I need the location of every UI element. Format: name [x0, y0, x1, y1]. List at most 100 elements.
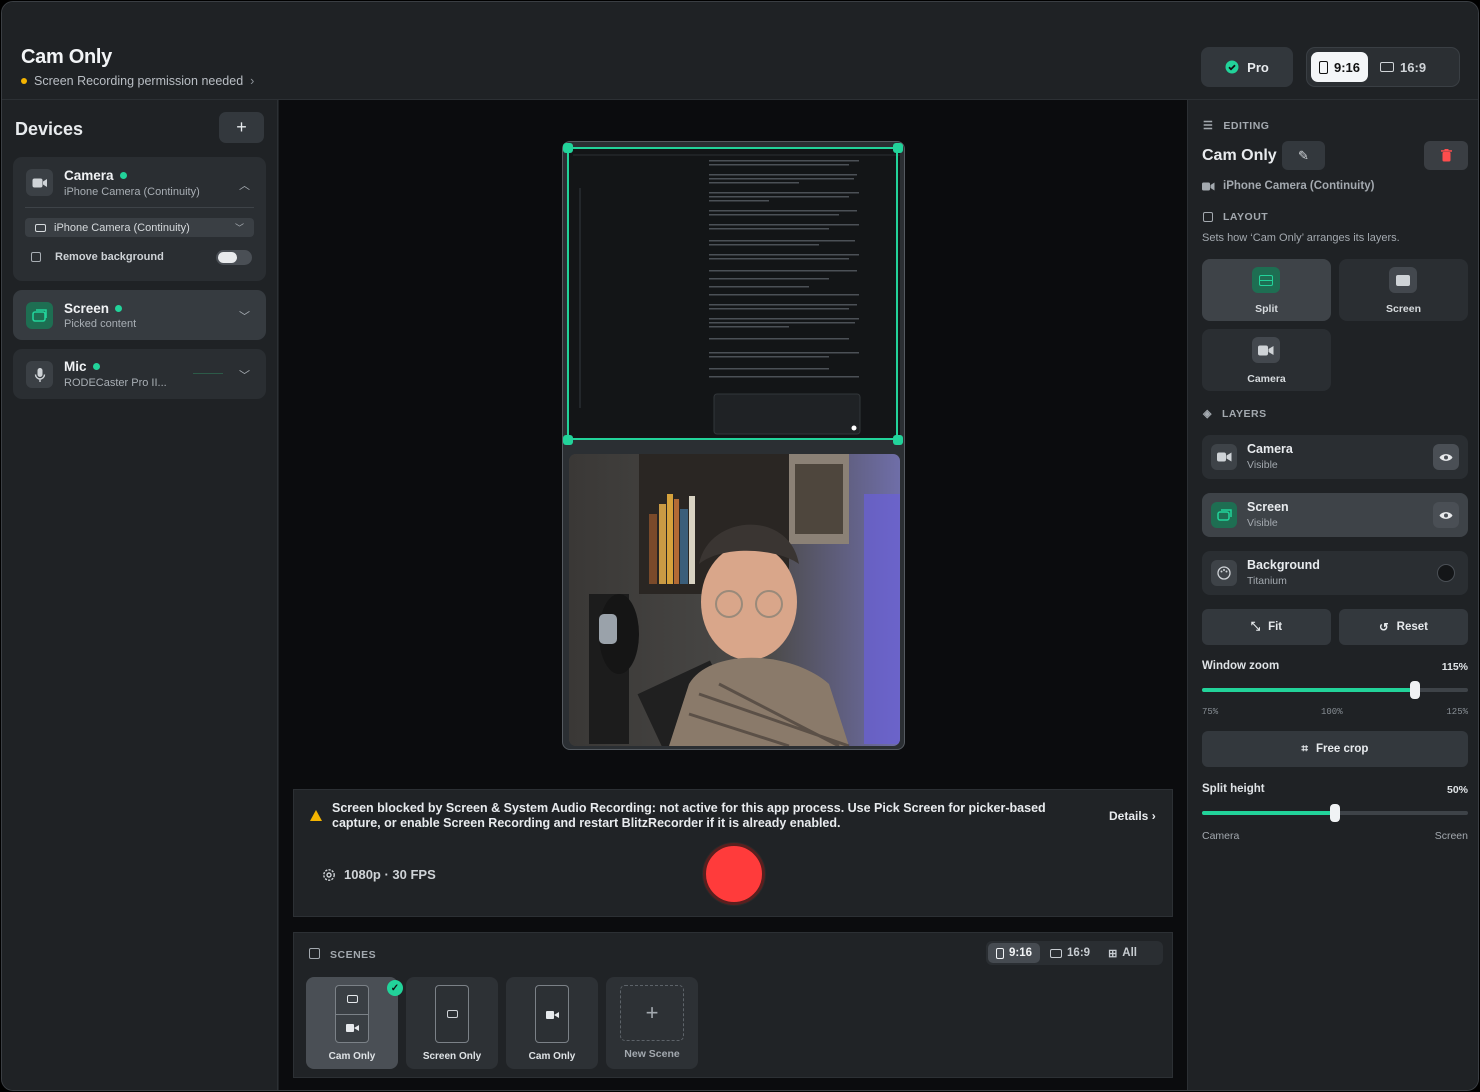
layout-screen-option[interactable]: Screen	[1339, 259, 1468, 321]
portrait-icon	[1319, 60, 1328, 74]
chevron-down-icon[interactable]: ﹀	[239, 308, 250, 324]
background-color-swatch[interactable]	[1437, 564, 1455, 582]
pro-button[interactable]: Pro	[1201, 47, 1293, 87]
filter-9-16-button[interactable]: 9:16	[988, 943, 1041, 963]
fit-label: Fit	[1268, 621, 1283, 633]
camera-source-select[interactable]: iPhone Camera (Continuity) ﹀	[25, 218, 254, 237]
plus-icon: +	[620, 985, 684, 1041]
screen-name-row: Screen	[64, 301, 123, 316]
scene-split-thumbnail	[335, 985, 369, 1043]
resize-handle-top-left[interactable]	[563, 143, 573, 153]
screen-detail: Picked content	[64, 318, 137, 330]
layout-screen-label: Screen	[1385, 303, 1422, 315]
app-window: Cam Only Screen Recording permission nee…	[1, 1, 1479, 1091]
verified-badge-icon	[1225, 60, 1239, 74]
landscape-icon	[1050, 948, 1063, 958]
scene-tile[interactable]: ✓ Cam Only	[306, 977, 403, 1069]
reset-button[interactable]: ↺ Reset	[1339, 609, 1468, 645]
editing-section-title: EDITING	[1223, 119, 1270, 132]
permission-notice[interactable]: Screen Recording permission needed ›	[21, 74, 254, 88]
rename-scene-button[interactable]: ✎	[1282, 141, 1325, 170]
free-crop-button[interactable]: ⌗ Free crop	[1202, 731, 1468, 767]
window-zoom-value: 115%	[1441, 661, 1468, 673]
scene-name: Cam Only	[1202, 147, 1277, 164]
scene-filter-toggle: 9:16 16:9 ⊞ All	[986, 941, 1163, 965]
mic-name: Mic	[64, 359, 87, 374]
grid-icon: ⊞	[1108, 947, 1118, 960]
crop-icon: ⌗	[1301, 742, 1309, 755]
mic-device-card[interactable]: Mic RODECaster Pro II... ﹀	[13, 349, 266, 399]
split-end-screen: Screen	[1434, 830, 1468, 842]
screen-layer-selection-frame[interactable]	[567, 147, 898, 440]
active-status-icon	[92, 363, 100, 370]
layers-section-header: ◈ LAYERS	[1203, 407, 1267, 421]
chevron-down-icon[interactable]: ﹀	[239, 367, 250, 383]
reset-icon: ↺	[1379, 622, 1389, 634]
video-camera-icon	[1211, 444, 1237, 470]
landscape-icon	[1380, 62, 1395, 72]
layout-split-option[interactable]: Split	[1202, 259, 1331, 321]
record-button[interactable]	[703, 843, 765, 905]
layer-camera[interactable]: Camera Visible	[1202, 435, 1468, 479]
layer-screen[interactable]: Screen Visible	[1202, 493, 1468, 537]
camera-layer-preview[interactable]	[569, 454, 900, 746]
pencil-icon: ✎	[1298, 147, 1309, 163]
scene-screen-thumbnail	[435, 985, 469, 1043]
title-bar: Cam Only Screen Recording permission nee…	[2, 2, 1478, 100]
slider-thumb[interactable]	[1330, 804, 1340, 822]
slider-thumb[interactable]	[1409, 681, 1420, 699]
scene-tile[interactable]: Screen Only	[406, 977, 498, 1069]
remove-background-label: Remove background	[55, 251, 164, 263]
layer-name: Background	[1247, 558, 1320, 572]
aspect-9-16-button[interactable]: 9:16	[1311, 52, 1369, 82]
window-zoom-slider[interactable]	[1202, 681, 1468, 699]
split-height-slider[interactable]	[1202, 804, 1468, 822]
filter-16-9-button[interactable]: 16:9	[1042, 943, 1098, 963]
screen-device-card[interactable]: Screen Picked content ﹀	[13, 290, 266, 340]
layers-icon: ◈	[1203, 408, 1212, 420]
filter-all-button[interactable]: ⊞ All	[1100, 943, 1145, 963]
window-zoom-label: Window zoom	[1202, 660, 1280, 672]
zoom-tick-min: 75%	[1202, 707, 1219, 717]
visibility-toggle[interactable]	[1433, 502, 1459, 528]
gear-icon	[323, 868, 335, 881]
slider-fill	[1202, 811, 1335, 815]
fit-button[interactable]: ⤡ Fit	[1202, 609, 1331, 645]
add-device-button[interactable]: +	[219, 112, 264, 143]
layout-camera-option[interactable]: Camera	[1202, 329, 1331, 391]
scene-camera-thumbnail	[535, 985, 569, 1043]
aspect-16-9-label: 16:9	[1400, 59, 1427, 75]
resize-handle-bottom-right[interactable]	[893, 435, 903, 445]
scene-tile[interactable]: Cam Only	[506, 977, 598, 1069]
camera-device-card[interactable]: Camera iPhone Camera (Continuity) ︿ iPho…	[13, 157, 266, 281]
aspect-16-9-button[interactable]: 16:9	[1372, 52, 1434, 82]
scene-label: Cam Only	[528, 1051, 576, 1062]
screen-small-icon	[447, 1010, 458, 1018]
new-scene-button[interactable]: + New Scene	[606, 977, 698, 1069]
person-portrait-icon	[31, 252, 41, 262]
delete-scene-button[interactable]	[1424, 141, 1468, 170]
scenes-title: SCENES	[330, 949, 377, 961]
details-link[interactable]: Details ›	[1109, 809, 1156, 823]
mic-detail: RODECaster Pro II...	[64, 377, 167, 389]
camera-small-icon	[346, 1024, 354, 1032]
visibility-toggle[interactable]	[1433, 444, 1459, 470]
layout-split-label: Split	[1255, 303, 1278, 315]
screen-small-icon	[347, 995, 358, 1003]
chevron-up-icon[interactable]: ︿	[239, 177, 250, 193]
camera-small-icon	[35, 223, 46, 232]
camera-layout-icon	[1252, 337, 1280, 363]
resize-handle-bottom-left[interactable]	[563, 435, 573, 445]
filter-all-label: All	[1122, 947, 1137, 959]
chevron-right-icon: ›	[250, 74, 255, 88]
palette-icon	[1211, 560, 1237, 586]
filter-9-16-label: 9:16	[1009, 947, 1033, 959]
active-status-icon	[119, 172, 127, 179]
layer-name: Camera	[1247, 442, 1293, 456]
resize-handle-top-right[interactable]	[893, 143, 903, 153]
layout-description: Sets how ‘Cam Only’ arranges its layers.	[1202, 232, 1400, 244]
layer-background[interactable]: Background Titanium	[1202, 551, 1468, 595]
video-camera-icon	[1202, 182, 1215, 190]
remove-background-toggle[interactable]	[216, 250, 252, 265]
quality-settings[interactable]: 1080p · 30 FPS	[322, 867, 436, 882]
